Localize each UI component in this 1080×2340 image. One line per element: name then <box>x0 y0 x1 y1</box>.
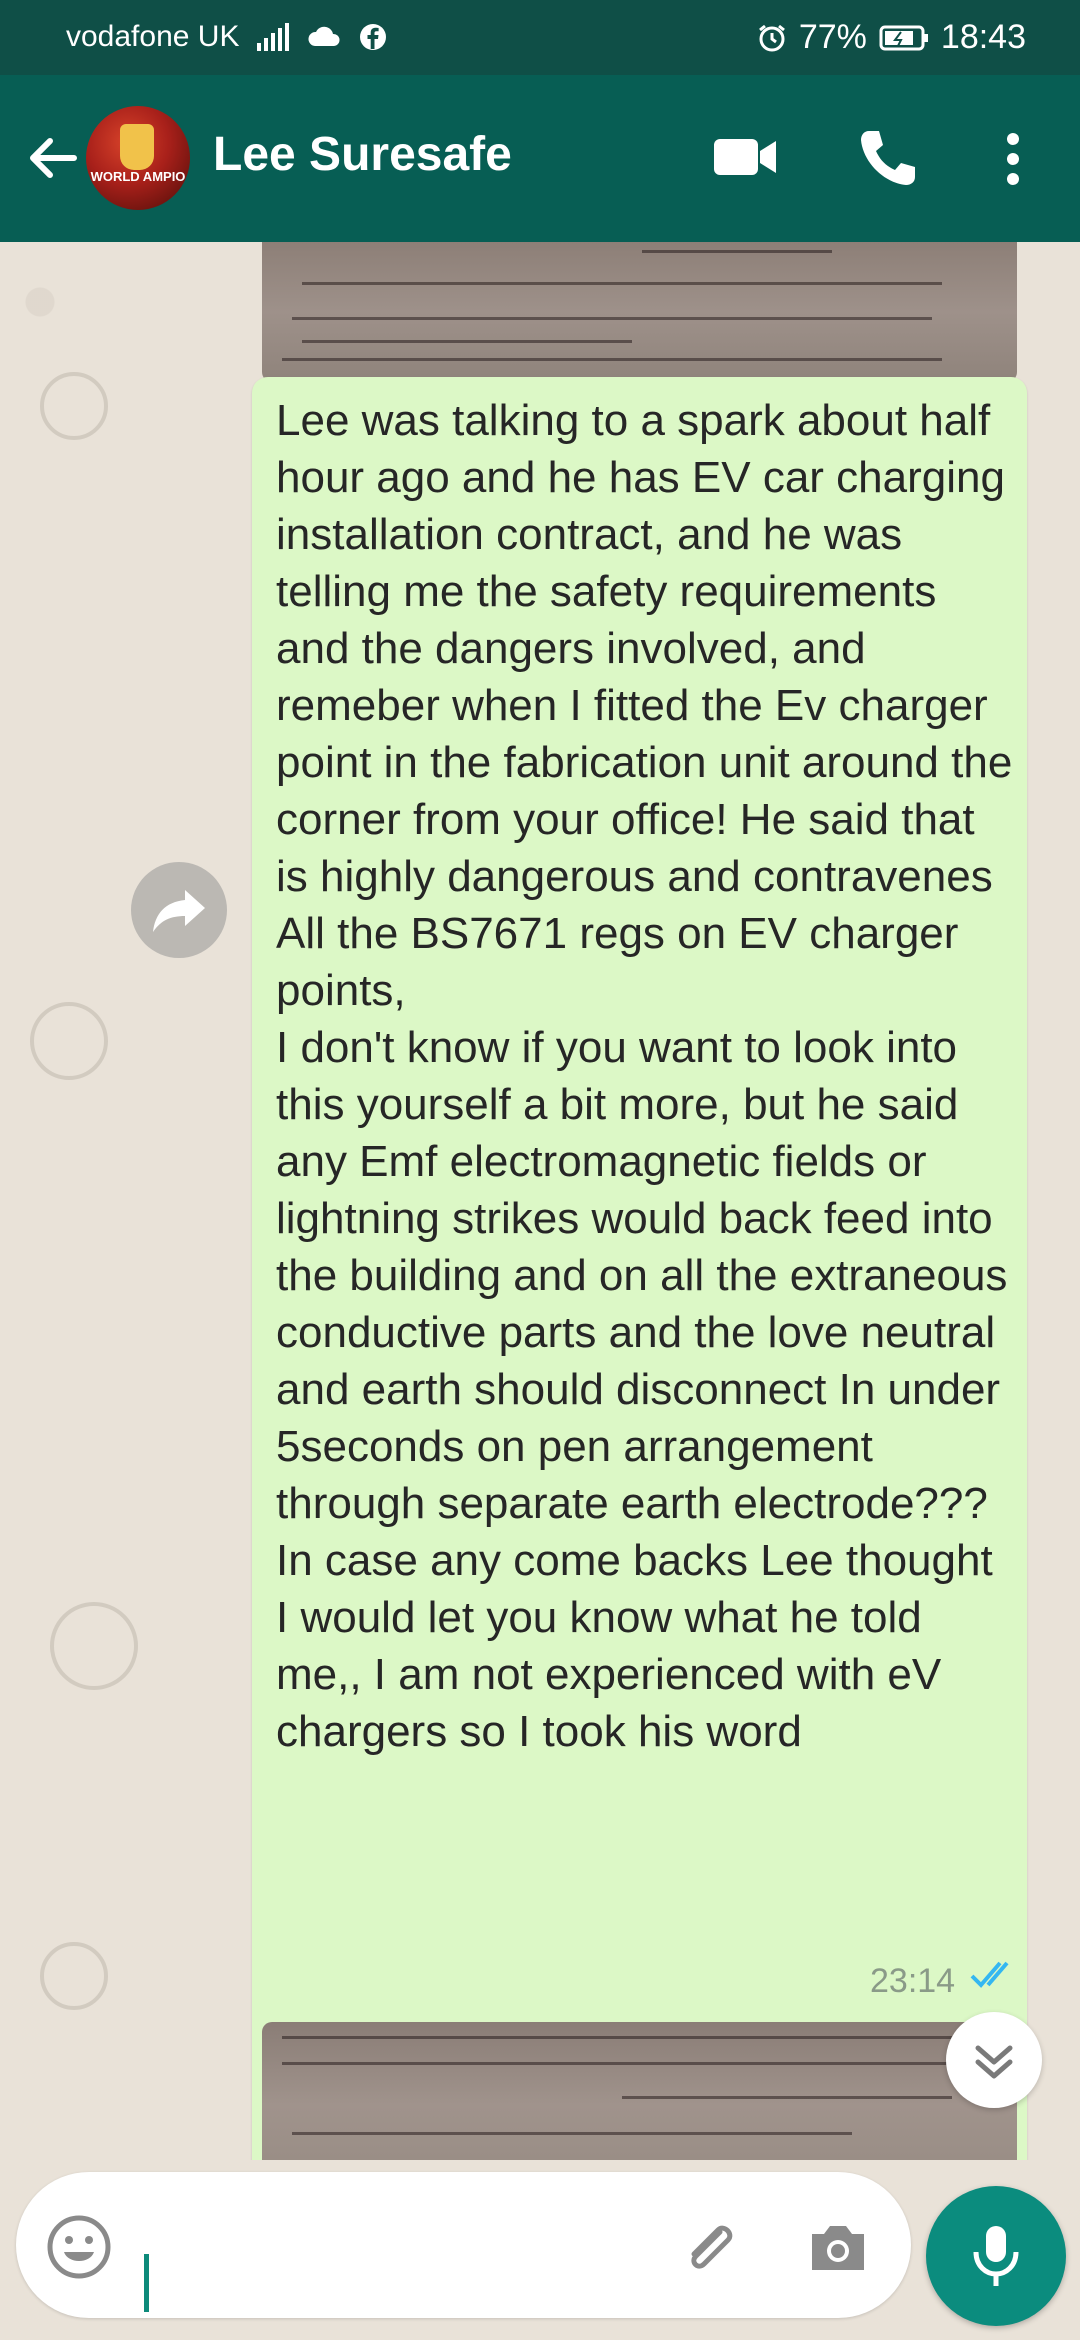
photo-attachment-top[interactable] <box>262 242 1017 382</box>
contact-name[interactable]: Lee Suresafe <box>213 127 512 182</box>
wallpaper-doodle <box>40 372 108 440</box>
emoji-icon[interactable] <box>46 2214 112 2280</box>
forward-button[interactable] <box>131 862 227 958</box>
menu-icon[interactable] <box>1000 131 1026 187</box>
camera-icon[interactable] <box>806 2216 870 2280</box>
read-ticks-icon <box>970 1961 1009 1988</box>
carrier-label: vodafone UK <box>66 20 240 53</box>
status-bar: vodafone UK 77% 18:43 <box>0 0 1080 75</box>
trophy-icon <box>120 124 154 170</box>
alarm-icon <box>758 24 785 51</box>
message-paragraph: Lee was talking to a spark about half ho… <box>276 396 1013 1015</box>
photo-attachment-bottom[interactable] <box>262 2022 1017 2160</box>
message-time: 23:14 <box>870 1962 956 2000</box>
avatar-text: WORLD AMPIO <box>90 169 186 184</box>
cloud-icon <box>308 26 340 46</box>
video-call-icon[interactable] <box>712 135 778 179</box>
forward-icon <box>153 890 205 932</box>
wallpaper-doodle <box>30 1002 108 1080</box>
battery-icon <box>879 25 928 50</box>
message-text: Lee was talking to a spark about half ho… <box>276 392 1016 1760</box>
status-right: 77% 18:43 <box>757 18 1026 57</box>
wallpaper-doodle <box>50 1602 138 1690</box>
status-left: vodafone UK <box>66 20 387 54</box>
facebook-icon <box>360 24 387 50</box>
wallpaper-doodle <box>40 1942 108 2010</box>
text-cursor <box>144 2254 149 2312</box>
mic-icon <box>973 2226 1019 2286</box>
clock: 18:43 <box>940 18 1026 56</box>
chat-area[interactable]: Lee was talking to a spark about half ho… <box>0 242 1080 2160</box>
message-composer[interactable] <box>16 2172 911 2318</box>
message-paragraph: I don't know if you want to look into th… <box>276 1023 1008 1528</box>
phone-icon[interactable] <box>855 125 921 191</box>
avatar[interactable]: WORLD AMPIO <box>86 106 190 210</box>
back-arrow-icon[interactable] <box>18 123 88 193</box>
scroll-down-button[interactable] <box>946 2012 1042 2108</box>
chat-header: WORLD AMPIO Lee Suresafe <box>0 75 1080 242</box>
chevron-down-icon <box>975 2045 1013 2079</box>
mic-button[interactable] <box>926 2186 1066 2326</box>
attach-icon[interactable] <box>676 2216 742 2282</box>
battery-percent: 77% <box>798 18 867 56</box>
message-paragraph: In case any come backs Lee thought I wou… <box>276 1536 993 1756</box>
signal-icon <box>257 23 290 51</box>
